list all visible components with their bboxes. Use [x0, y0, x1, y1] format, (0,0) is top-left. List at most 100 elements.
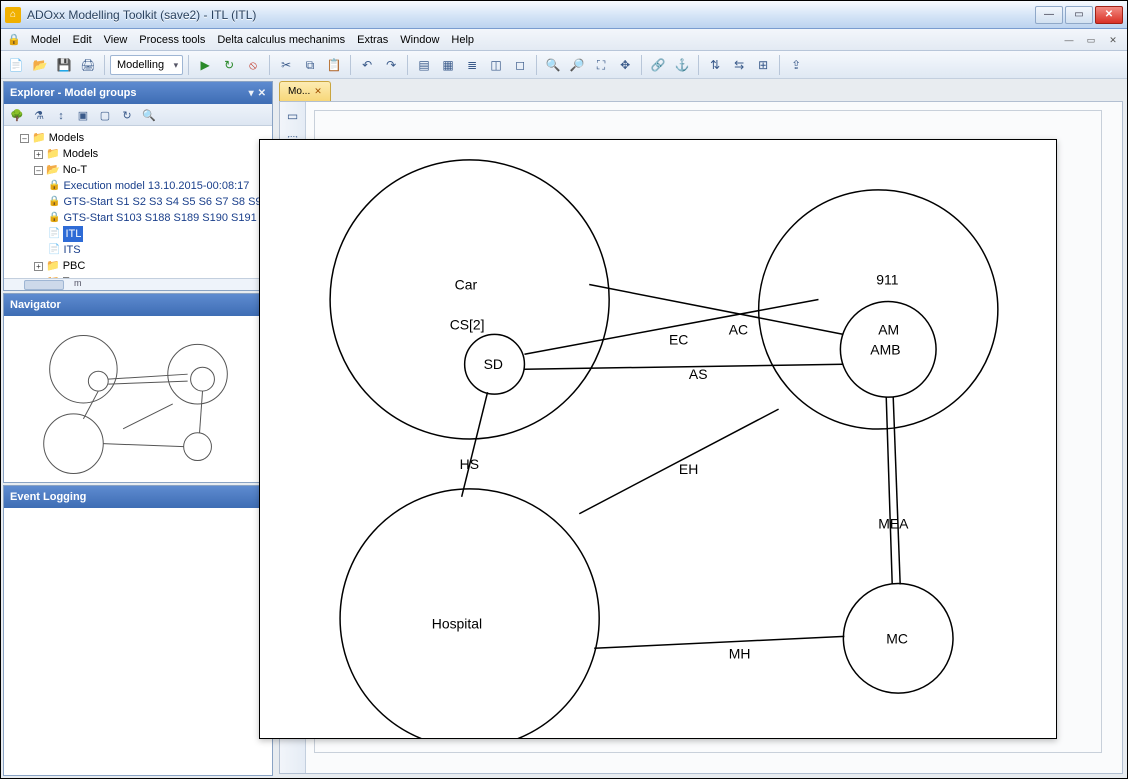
- mdi-restore-button[interactable]: ▭: [1083, 33, 1099, 47]
- eventlog-header[interactable]: Event Logging ▾: [4, 486, 272, 508]
- window-close-button[interactable]: [1095, 6, 1123, 24]
- tb-cut-icon[interactable]: ✂: [275, 54, 297, 76]
- tree-item-models[interactable]: + 📁 Models: [34, 146, 270, 162]
- ex-tree-icon[interactable]: 🌳: [7, 106, 27, 124]
- explorer-tree[interactable]: – 📁 Models + 📁 Models – 📂 No: [4, 126, 272, 278]
- tree-item-itl[interactable]: 📄 ITL: [48, 226, 270, 242]
- menu-model[interactable]: Model: [27, 32, 65, 48]
- tb-zoomfit-icon[interactable]: ⛶: [590, 54, 612, 76]
- tb-arrange3-icon[interactable]: ⊞: [752, 54, 774, 76]
- tb-sep: [350, 55, 351, 75]
- tb-ungroup-icon[interactable]: ◻: [509, 54, 531, 76]
- tb-link-icon[interactable]: 🔗: [647, 54, 669, 76]
- tb-run-icon[interactable]: ▶: [194, 54, 216, 76]
- tb-group-icon[interactable]: ◫: [485, 54, 507, 76]
- tree-item-pbc[interactable]: + 📁 PBC: [34, 258, 270, 274]
- tb-sep: [407, 55, 408, 75]
- ex-collapse-icon[interactable]: ▢: [95, 106, 115, 124]
- tb-new-icon[interactable]: 📄: [5, 54, 27, 76]
- panel-close-icon[interactable]: ✕: [258, 88, 266, 99]
- expander-icon[interactable]: –: [20, 134, 29, 143]
- tb-zoomout-icon[interactable]: 🔎: [566, 54, 588, 76]
- tb-copy-icon[interactable]: ⧉: [299, 54, 321, 76]
- window-minimize-button[interactable]: [1035, 6, 1063, 24]
- left-column: Explorer - Model groups ▾ ✕ 🌳 ⚗ ↕ ▣ ▢ ↻ …: [1, 79, 275, 778]
- ex-filter-icon[interactable]: ⚗: [29, 106, 49, 124]
- tab-close-icon[interactable]: ✕: [314, 86, 322, 97]
- mode-combo[interactable]: Modelling: [110, 55, 183, 75]
- navigator-panel: Navigator ▾: [3, 293, 273, 483]
- tb-arrange1-icon[interactable]: ⇅: [704, 54, 726, 76]
- window-maximize-button[interactable]: [1065, 6, 1093, 24]
- menu-window[interactable]: Window: [396, 32, 443, 48]
- tb-pan-icon[interactable]: ✥: [614, 54, 636, 76]
- tree-root-label: Models: [49, 130, 84, 146]
- tb-layer-icon[interactable]: ▤: [413, 54, 435, 76]
- tb-print-icon[interactable]: 🖨: [77, 54, 99, 76]
- ex-expand-icon[interactable]: ▣: [73, 106, 93, 124]
- document-tab[interactable]: Mo... ✕: [279, 81, 331, 101]
- ex-sort-icon[interactable]: ↕: [51, 106, 71, 124]
- tree-item-gts2[interactable]: 🔒 GTS-Start S103 S188 S189 S190 S191 S19: [48, 210, 270, 226]
- ex-search-icon[interactable]: 🔍: [139, 106, 159, 124]
- tb-open-icon[interactable]: 📂: [29, 54, 51, 76]
- tb-sep: [641, 55, 642, 75]
- document-tabs: Mo... ✕: [279, 81, 331, 101]
- navigator-header[interactable]: Navigator ▾: [4, 294, 272, 316]
- eventlog-title: Event Logging: [10, 491, 86, 503]
- tb-paste-icon[interactable]: 📋: [323, 54, 345, 76]
- menu-edit[interactable]: Edit: [69, 32, 96, 48]
- tree-label: No-T: [63, 162, 87, 178]
- tb-zoomin-icon[interactable]: 🔍: [542, 54, 564, 76]
- explorer-header[interactable]: Explorer - Model groups ▾ ✕: [4, 82, 272, 104]
- tb-sep: [269, 55, 270, 75]
- tb-arrange2-icon[interactable]: ⇆: [728, 54, 750, 76]
- tree-label: GTS-Start S103 S188 S189 S190 S191 S19: [63, 210, 272, 226]
- scrollbar-thumb[interactable]: [24, 280, 64, 290]
- pointer-tool-icon[interactable]: ▭: [283, 106, 303, 126]
- tb-sep: [779, 55, 780, 75]
- mdi-minimize-button[interactable]: —: [1061, 33, 1077, 47]
- explorer-panel: Explorer - Model groups ▾ ✕ 🌳 ⚗ ↕ ▣ ▢ ↻ …: [3, 81, 273, 291]
- menu-process[interactable]: Process tools: [135, 32, 209, 48]
- menu-view[interactable]: View: [100, 32, 132, 48]
- doc-tab-label: Mo...: [288, 86, 310, 97]
- folder-icon: 📁: [46, 146, 60, 162]
- tb-align-icon[interactable]: ≣: [461, 54, 483, 76]
- expander-icon[interactable]: +: [34, 262, 43, 271]
- model-icon: 🔒: [48, 194, 60, 210]
- ex-refresh-icon[interactable]: ↻: [117, 106, 137, 124]
- expander-icon[interactable]: –: [34, 166, 43, 175]
- node-car: Car: [455, 277, 478, 293]
- mdi-close-button[interactable]: ✕: [1105, 33, 1121, 47]
- explorer-toolbar: 🌳 ⚗ ↕ ▣ ▢ ↻ 🔍: [4, 104, 272, 126]
- edge-as: AS: [689, 366, 708, 382]
- panel-menu-icon[interactable]: ▾: [249, 88, 254, 99]
- tb-export-icon[interactable]: ⇪: [785, 54, 807, 76]
- diagram-overlay[interactable]: Car CS[2] SD 911 AM AMB Hospital MC EC A…: [259, 139, 1057, 739]
- menu-extras[interactable]: Extras: [353, 32, 392, 48]
- tree-item-gts1[interactable]: 🔒 GTS-Start S1 S2 S3 S4 S5 S6 S7 S8 S9 S…: [48, 194, 270, 210]
- tree-item-not[interactable]: – 📂 No-T: [34, 162, 270, 178]
- tb-undo-icon[interactable]: ↶: [356, 54, 378, 76]
- tb-anchor-icon[interactable]: ⚓: [671, 54, 693, 76]
- tree-item-its[interactable]: 📄 ITS: [48, 242, 270, 258]
- eventlog-panel: Event Logging ▾: [3, 485, 273, 776]
- tb-save-icon[interactable]: 💾: [53, 54, 75, 76]
- menu-help[interactable]: Help: [447, 32, 478, 48]
- tb-redo-icon[interactable]: ↷: [380, 54, 402, 76]
- navigator-canvas[interactable]: [4, 316, 272, 482]
- tb-stop-icon[interactable]: ⦸: [242, 54, 264, 76]
- node-911: 911: [876, 272, 898, 288]
- explorer-hscroll[interactable]: m: [4, 278, 272, 290]
- tb-grid-icon[interactable]: ▦: [437, 54, 459, 76]
- edge-mh: MH: [729, 645, 751, 661]
- tree-label: PBC: [63, 258, 86, 274]
- edge-mea: MEA: [878, 516, 909, 532]
- tree-label: Models: [63, 146, 98, 162]
- tree-root[interactable]: – 📁 Models: [20, 130, 270, 146]
- tree-item-exec[interactable]: 🔒 Execution model 13.10.2015-00:08:17: [48, 178, 270, 194]
- tb-refresh-icon[interactable]: ↻: [218, 54, 240, 76]
- expander-icon[interactable]: +: [34, 150, 43, 159]
- menu-delta[interactable]: Delta calculus mechanims: [213, 32, 349, 48]
